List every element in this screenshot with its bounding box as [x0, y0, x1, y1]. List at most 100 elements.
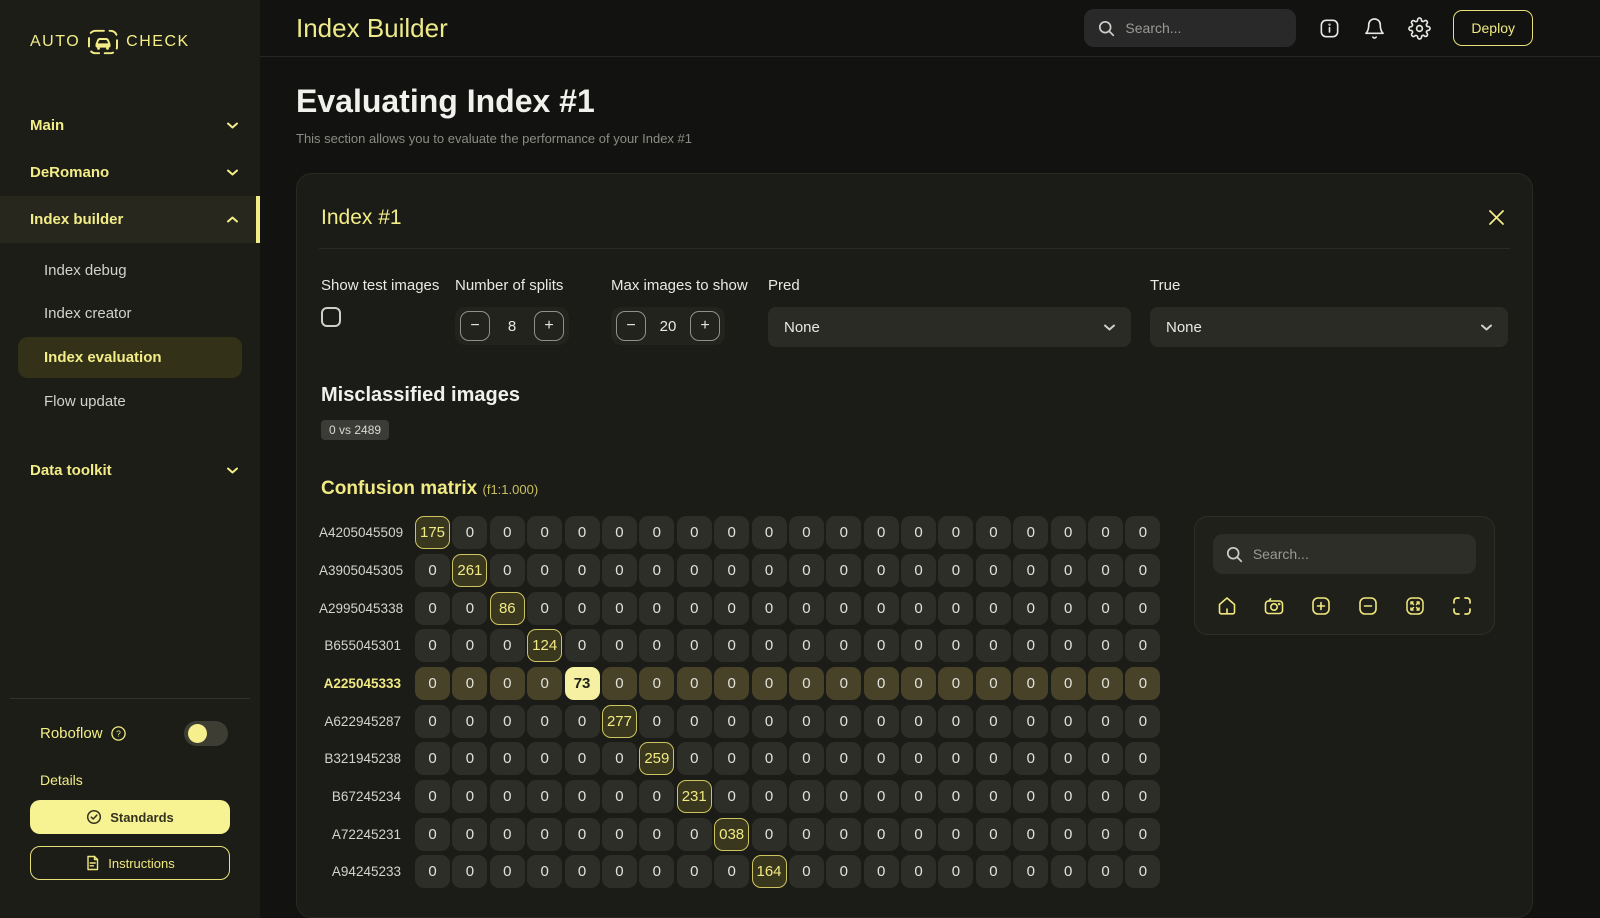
- matrix-cell[interactable]: 0: [976, 516, 1011, 549]
- matrix-cell[interactable]: 0: [415, 667, 450, 700]
- matrix-cell[interactable]: 0: [415, 705, 450, 738]
- matrix-cell[interactable]: 0: [639, 705, 674, 738]
- matrix-cell[interactable]: 0: [938, 629, 973, 662]
- matrix-cell[interactable]: 0: [527, 705, 562, 738]
- matrix-cell[interactable]: 0: [565, 780, 600, 813]
- matrix-cell[interactable]: 0: [1013, 855, 1048, 888]
- matrix-cell[interactable]: 0: [415, 592, 450, 625]
- matrix-cell[interactable]: 0: [490, 516, 525, 549]
- matrix-cell[interactable]: 0: [1125, 554, 1160, 587]
- sidebar-item-index-creator[interactable]: Index creator: [0, 292, 260, 335]
- matrix-cell[interactable]: 0: [1013, 516, 1048, 549]
- matrix-cell[interactable]: 0: [938, 855, 973, 888]
- matrix-cell[interactable]: 0: [789, 629, 824, 662]
- matrix-cell[interactable]: 0: [752, 554, 787, 587]
- matrix-cell[interactable]: 0: [864, 818, 899, 851]
- matrix-cell[interactable]: 0: [789, 667, 824, 700]
- matrix-cell[interactable]: 0: [1013, 780, 1048, 813]
- matrix-cell[interactable]: 0: [1125, 780, 1160, 813]
- standards-button[interactable]: Standards: [30, 800, 230, 834]
- matrix-cell[interactable]: 0: [789, 780, 824, 813]
- matrix-cell[interactable]: 0: [1013, 629, 1048, 662]
- matrix-cell[interactable]: 0: [1088, 554, 1123, 587]
- matrix-cell[interactable]: 0: [565, 855, 600, 888]
- matrix-cell[interactable]: 164: [752, 855, 787, 888]
- matrix-cell[interactable]: 0: [752, 705, 787, 738]
- sidebar-item-deromano[interactable]: DeRomano: [0, 149, 260, 196]
- matrix-cell[interactable]: 0: [1051, 667, 1086, 700]
- matrix-cell[interactable]: 0: [1125, 592, 1160, 625]
- matrix-cell[interactable]: 0: [976, 592, 1011, 625]
- matrix-cell[interactable]: 0: [602, 629, 637, 662]
- matrix-cell[interactable]: 0: [1051, 516, 1086, 549]
- matrix-cell[interactable]: 0: [1051, 818, 1086, 851]
- matrix-cell[interactable]: 0: [1088, 592, 1123, 625]
- roboflow-toggle[interactable]: [184, 721, 228, 746]
- matrix-cell[interactable]: 0: [1125, 855, 1160, 888]
- matrix-cell[interactable]: 0: [938, 592, 973, 625]
- matrix-cell[interactable]: 0: [639, 667, 674, 700]
- matrix-cell[interactable]: 0: [602, 742, 637, 775]
- expand-icon[interactable]: [1404, 595, 1426, 617]
- matrix-cell[interactable]: 0: [490, 742, 525, 775]
- matrix-cell[interactable]: 0: [901, 592, 936, 625]
- matrix-cell[interactable]: 0: [901, 516, 936, 549]
- matrix-cell[interactable]: 0: [1051, 742, 1086, 775]
- matrix-cell[interactable]: 0: [602, 780, 637, 813]
- matrix-cell[interactable]: 0: [864, 516, 899, 549]
- instructions-button[interactable]: Instructions: [30, 846, 230, 880]
- matrix-cell[interactable]: 0: [714, 742, 749, 775]
- true-select[interactable]: None: [1150, 307, 1508, 347]
- pred-select[interactable]: None: [768, 307, 1131, 347]
- matrix-cell[interactable]: 0: [565, 629, 600, 662]
- matrix-cell[interactable]: 0: [452, 742, 487, 775]
- matrix-cell[interactable]: 0: [415, 818, 450, 851]
- matrix-cell[interactable]: 0: [901, 818, 936, 851]
- matrix-cell[interactable]: 0: [938, 516, 973, 549]
- splits-decrement-button[interactable]: −: [460, 311, 490, 341]
- matrix-cell[interactable]: 0: [490, 855, 525, 888]
- matrix-cell[interactable]: 0: [752, 667, 787, 700]
- matrix-cell[interactable]: 0: [1013, 818, 1048, 851]
- matrix-cell[interactable]: 0: [714, 554, 749, 587]
- matrix-cell[interactable]: 0: [1051, 780, 1086, 813]
- matrix-cell[interactable]: 0: [677, 705, 712, 738]
- matrix-cell[interactable]: 0: [976, 705, 1011, 738]
- matrix-cell[interactable]: 0: [938, 742, 973, 775]
- matrix-cell[interactable]: 0: [415, 554, 450, 587]
- matrix-cell[interactable]: 0: [527, 667, 562, 700]
- matrix-cell[interactable]: 0: [938, 554, 973, 587]
- matrix-search-input[interactable]: [1253, 546, 1463, 562]
- matrix-cell[interactable]: 0: [1125, 742, 1160, 775]
- matrix-cell[interactable]: 0: [714, 855, 749, 888]
- matrix-cell[interactable]: 175: [415, 516, 450, 549]
- matrix-cell[interactable]: 0: [864, 667, 899, 700]
- matrix-cell[interactable]: 0: [452, 516, 487, 549]
- plus-square-icon[interactable]: [1310, 595, 1332, 617]
- matrix-cell[interactable]: 0: [789, 592, 824, 625]
- sidebar-item-index-debug[interactable]: Index debug: [0, 249, 260, 292]
- matrix-cell[interactable]: 0: [565, 592, 600, 625]
- matrix-cell[interactable]: 0: [565, 554, 600, 587]
- help-circle-icon[interactable]: ?: [111, 726, 126, 741]
- matrix-cell[interactable]: 0: [639, 629, 674, 662]
- matrix-cell[interactable]: 0: [826, 742, 861, 775]
- max-images-increment-button[interactable]: +: [690, 311, 720, 341]
- matrix-cell[interactable]: 0: [826, 780, 861, 813]
- matrix-cell[interactable]: 0: [714, 516, 749, 549]
- matrix-cell[interactable]: 0: [527, 592, 562, 625]
- matrix-cell[interactable]: 0: [677, 554, 712, 587]
- matrix-cell[interactable]: 0: [976, 554, 1011, 587]
- matrix-cell[interactable]: 0: [714, 667, 749, 700]
- matrix-cell[interactable]: 0: [1051, 629, 1086, 662]
- matrix-cell[interactable]: 0: [864, 705, 899, 738]
- search-input[interactable]: [1125, 20, 1282, 36]
- sidebar-item-data-toolkit[interactable]: Data toolkit: [0, 447, 260, 494]
- fullscreen-icon[interactable]: [1451, 595, 1473, 617]
- matrix-cell[interactable]: 0: [826, 554, 861, 587]
- matrix-cell[interactable]: 0: [714, 705, 749, 738]
- matrix-cell[interactable]: 0: [1051, 855, 1086, 888]
- matrix-cell[interactable]: 0: [490, 705, 525, 738]
- minus-square-icon[interactable]: [1357, 595, 1379, 617]
- matrix-cell[interactable]: 0: [826, 818, 861, 851]
